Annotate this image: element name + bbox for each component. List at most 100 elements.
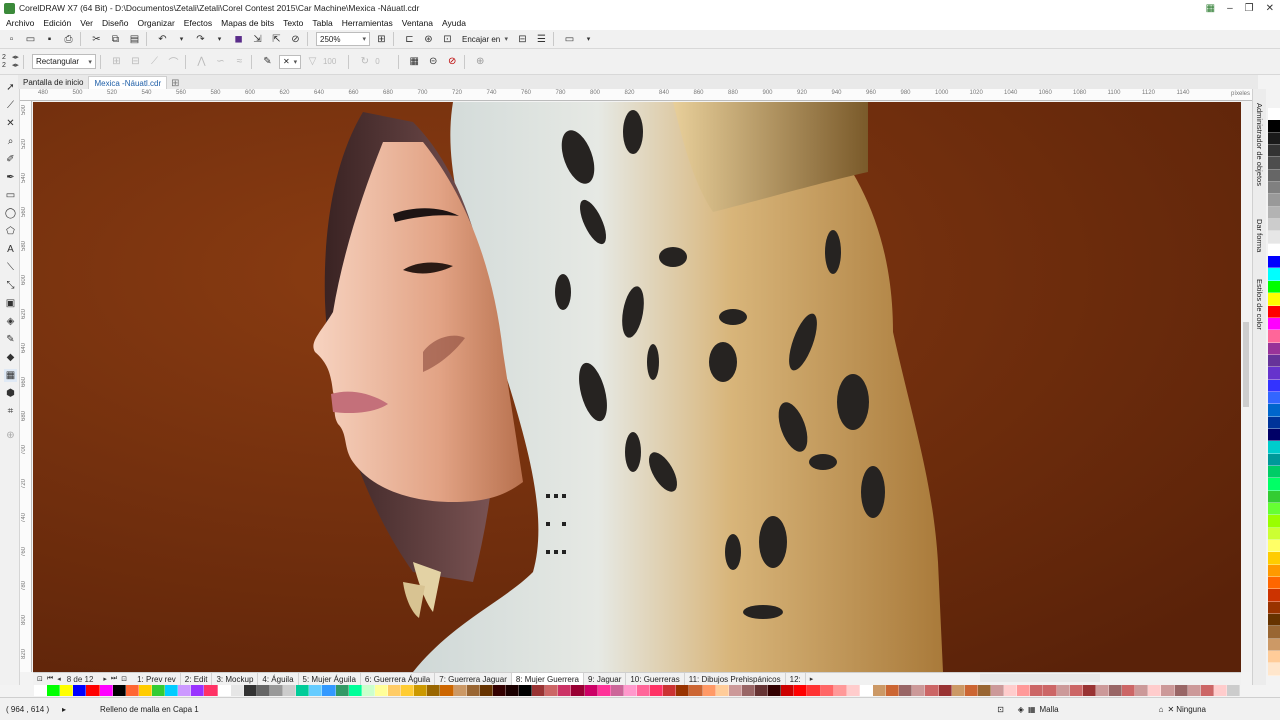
- color-swatch[interactable]: [755, 685, 769, 696]
- page-tab[interactable]: 2: Edit: [181, 673, 213, 685]
- color-swatch[interactable]: [519, 685, 533, 696]
- pick-tool-icon[interactable]: ➚: [4, 81, 17, 94]
- color-swatch[interactable]: [637, 685, 651, 696]
- color-swatch[interactable]: [1268, 157, 1280, 170]
- undo-dropdown-icon[interactable]: ▾: [174, 32, 189, 47]
- line-segment-icon[interactable]: ⟋: [147, 54, 162, 69]
- color-swatch[interactable]: [1268, 182, 1280, 195]
- menu-ver[interactable]: Ver: [80, 18, 93, 28]
- color-swatch[interactable]: [702, 685, 716, 696]
- mesh-spinners[interactable]: ◂▸ ◂▸: [12, 54, 19, 70]
- color-swatch[interactable]: [1268, 465, 1280, 479]
- color-swatch[interactable]: [663, 685, 677, 696]
- vertical-scrollbar[interactable]: [1241, 102, 1251, 672]
- last-page-icon[interactable]: ⏭: [111, 675, 117, 683]
- color-swatch[interactable]: [1268, 120, 1280, 133]
- welcome-screen-icon[interactable]: ⊟: [515, 32, 530, 47]
- color-swatch[interactable]: [1268, 601, 1280, 615]
- menu-efectos[interactable]: Efectos: [184, 18, 212, 28]
- add-node-icon[interactable]: ⊞: [109, 54, 124, 69]
- shape-tool-icon[interactable]: ⟋: [4, 99, 17, 112]
- connector-tool-icon[interactable]: ⤡: [4, 279, 17, 292]
- menu-edicion[interactable]: Edición: [43, 18, 71, 28]
- zoom-level-select[interactable]: 250% ▾: [316, 32, 370, 46]
- clear-transparency-icon[interactable]: ⊘: [445, 54, 460, 69]
- horizontal-ruler[interactable]: píxeles 480 500 520 540 560 580 600 620 640 660 68…: [20, 89, 1252, 101]
- redo-icon[interactable]: ↷: [193, 32, 208, 47]
- save-icon[interactable]: ▪: [42, 32, 57, 47]
- color-swatch[interactable]: [1268, 626, 1280, 639]
- menu-diseno[interactable]: Diseño: [102, 18, 128, 28]
- color-swatch[interactable]: [1268, 330, 1280, 343]
- eyedropper-icon[interactable]: ✎: [260, 54, 275, 69]
- color-swatch[interactable]: [99, 685, 113, 696]
- color-swatch[interactable]: [584, 685, 598, 696]
- show-rulers-icon[interactable]: ⊏: [402, 32, 417, 47]
- color-swatch[interactable]: [1268, 589, 1280, 602]
- color-swatch[interactable]: [1268, 305, 1280, 318]
- page-tab[interactable]: 8: Mujer Guerrera: [511, 673, 584, 685]
- page-tab[interactable]: 10: Guerreras: [626, 673, 685, 685]
- color-swatch[interactable]: [453, 685, 467, 696]
- color-swatch[interactable]: [1069, 685, 1083, 696]
- drop-shadow-icon[interactable]: ▣: [4, 297, 17, 310]
- tab-start-screen[interactable]: Pantalla de inicio: [18, 76, 88, 89]
- menu-herramientas[interactable]: Herramientas: [342, 18, 393, 28]
- page-tab[interactable]: 9: Jaguar: [584, 673, 627, 685]
- color-swatch[interactable]: [1030, 685, 1044, 696]
- docker-tab-color-styles[interactable]: Estilos de color: [1255, 279, 1264, 330]
- color-swatch[interactable]: [1268, 428, 1280, 442]
- color-swatch[interactable]: [1017, 685, 1031, 696]
- color-swatch[interactable]: [191, 685, 205, 696]
- maximize-button[interactable]: ❐: [1245, 3, 1254, 14]
- outline-pen-icon[interactable]: ⌗: [4, 405, 17, 418]
- color-swatch[interactable]: [1108, 685, 1123, 696]
- color-swatch[interactable]: [768, 685, 782, 696]
- color-swatch[interactable]: [873, 685, 887, 696]
- color-swatch[interactable]: [1082, 685, 1096, 696]
- publish-pdf-icon[interactable]: ⊘: [288, 32, 303, 47]
- print-icon[interactable]: ⎙: [61, 32, 76, 47]
- color-swatch[interactable]: [1174, 685, 1188, 696]
- color-swatch[interactable]: [361, 685, 375, 696]
- color-swatch[interactable]: [650, 685, 664, 696]
- color-swatch[interactable]: [151, 685, 166, 696]
- color-swatch[interactable]: [833, 685, 847, 696]
- application-launcher-icon[interactable]: ▭: [562, 32, 577, 47]
- color-swatch[interactable]: [1268, 564, 1280, 578]
- cusp-node-icon[interactable]: ⋀: [194, 54, 209, 69]
- color-swatch[interactable]: [1268, 219, 1280, 232]
- color-swatch[interactable]: [256, 685, 270, 696]
- curve-segment-icon[interactable]: ⌒: [166, 54, 181, 69]
- interactive-fill-icon[interactable]: ◆: [4, 351, 17, 364]
- first-page-icon[interactable]: ⏮: [47, 675, 53, 683]
- parallel-dimension-icon[interactable]: ⟍: [4, 261, 17, 274]
- page-tab[interactable]: 3: Mockup: [212, 673, 259, 685]
- page-tab[interactable]: 6: Guerrera Águila: [361, 673, 436, 685]
- color-swatch[interactable]: [1200, 685, 1214, 696]
- menu-texto[interactable]: Texto: [283, 18, 303, 28]
- import-icon[interactable]: ⇲: [250, 32, 265, 47]
- color-swatch[interactable]: [1268, 354, 1280, 368]
- color-swatch[interactable]: [322, 685, 336, 696]
- color-swatch[interactable]: [204, 685, 218, 696]
- delete-node-icon[interactable]: ⊟: [128, 54, 143, 69]
- color-swatch[interactable]: [348, 685, 362, 696]
- color-swatch[interactable]: [794, 685, 808, 696]
- vertical-ruler[interactable]: 500 520 540 560 580 600 620 640 660 680 700 720 740 7…: [20, 101, 32, 672]
- color-swatch[interactable]: [243, 685, 257, 696]
- color-swatch[interactable]: [623, 685, 638, 696]
- minimize-button[interactable]: –: [1227, 3, 1233, 14]
- color-swatch[interactable]: [532, 685, 546, 696]
- status-info-icon[interactable]: ▸: [62, 705, 66, 714]
- zoom-tool-icon[interactable]: ⌕: [4, 135, 17, 148]
- color-swatch[interactable]: [899, 685, 913, 696]
- corel-connect-icon[interactable]: ◼: [231, 32, 246, 47]
- cut-icon[interactable]: ✂: [89, 32, 104, 47]
- smooth-mesh-color-icon[interactable]: ▦: [407, 54, 422, 69]
- color-swatch[interactable]: [545, 685, 559, 696]
- next-page-icon[interactable]: ▸: [103, 675, 107, 683]
- color-swatch[interactable]: [230, 685, 244, 696]
- color-swatch[interactable]: [1268, 453, 1280, 466]
- crop-tool-icon[interactable]: ✕: [4, 117, 17, 130]
